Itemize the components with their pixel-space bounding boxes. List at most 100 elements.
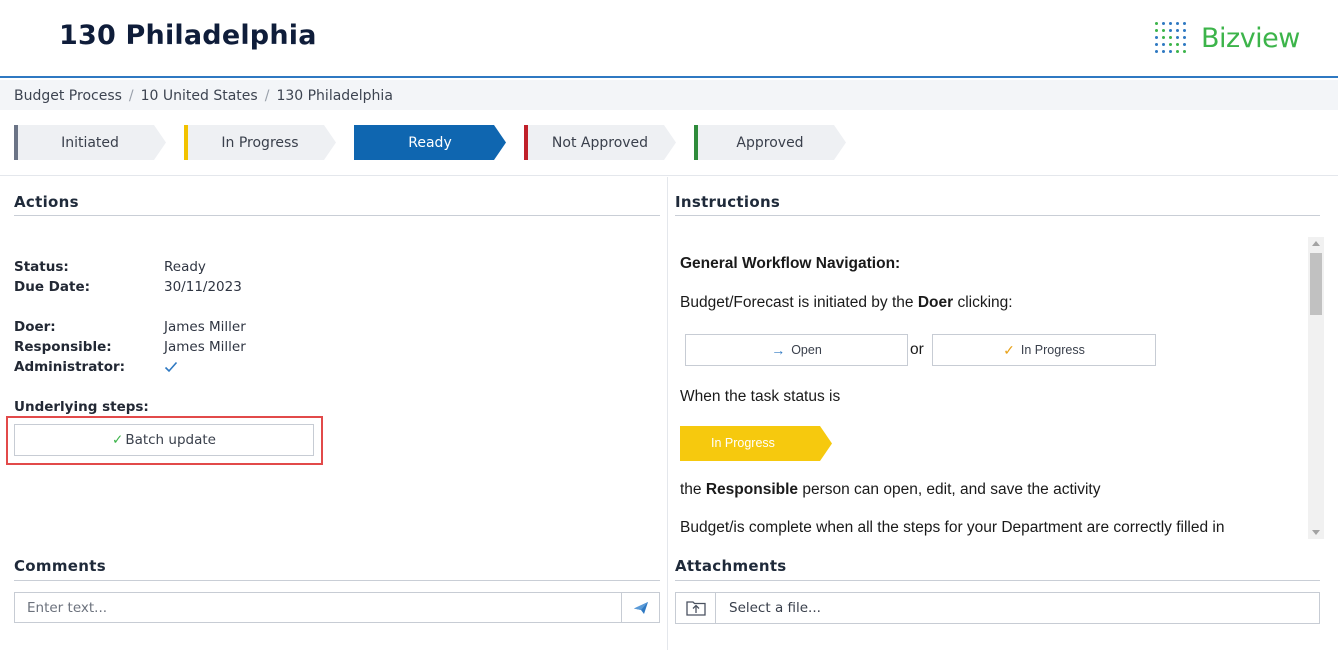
logo-dot (1162, 43, 1165, 46)
doer-value: James Miller (164, 319, 246, 335)
open-demo-button: → Open (685, 334, 908, 366)
comments-rule (14, 580, 660, 581)
batch-update-button[interactable]: ✓ Batch update (14, 424, 314, 456)
comment-box (14, 592, 660, 623)
attachment-box (675, 592, 1320, 624)
logo-dot (1176, 22, 1179, 25)
workflow-stages: Initiated In Progress Ready Not Approved… (0, 110, 1338, 176)
breadcrumb-item-budget-process[interactable]: Budget Process (14, 88, 122, 104)
batch-update-label: Batch update (125, 432, 216, 448)
instructions-line-status: When the task status is (680, 388, 841, 405)
logo-dots-icon (1155, 22, 1189, 54)
attachments-title: Attachments (675, 557, 787, 575)
doer-label: Doer: (14, 319, 56, 335)
scroll-down-icon[interactable] (1312, 530, 1320, 535)
in-progress-demo-button: ✓ In Progress (932, 334, 1156, 366)
logo-dot (1183, 43, 1186, 46)
status-value: Ready (164, 259, 206, 275)
check-icon: ✓ (1003, 341, 1015, 358)
stage-ready[interactable]: Ready (354, 125, 506, 160)
logo-dot (1155, 29, 1158, 32)
logo-dot (1162, 50, 1165, 53)
bizview-logo: Bizview (1155, 22, 1300, 54)
logo-dot (1155, 43, 1158, 46)
comments-title: Comments (14, 557, 106, 575)
logo-dot (1155, 50, 1158, 53)
instructions-title: Instructions (675, 193, 781, 211)
send-icon (633, 601, 648, 614)
arrow-right-icon: → (771, 342, 786, 358)
logo-dot (1183, 36, 1186, 39)
stage-initiated[interactable]: Initiated (14, 125, 166, 160)
instructions-scrollbar[interactable] (1308, 237, 1324, 539)
attachments-rule (675, 580, 1320, 581)
instructions-line-doer: Budget/Forecast is initiated by the Doer… (680, 294, 1013, 312)
scroll-up-icon[interactable] (1312, 241, 1320, 246)
stage-label: In Progress (221, 134, 299, 151)
app-header: 130 Philadelphia Bizview (0, 0, 1338, 78)
instructions-line-complete: Budget/is complete when all the steps fo… (680, 519, 1225, 536)
logo-dot (1169, 50, 1172, 53)
breadcrumb-separator: / (128, 88, 134, 104)
logo-dot (1183, 22, 1186, 25)
status-label: Status: (14, 259, 69, 275)
breadcrumb-item-philadelphia: 130 Philadelphia (276, 88, 393, 104)
breadcrumb: Budget Process / 10 United States / 130 … (14, 88, 393, 104)
logo-dot (1162, 22, 1165, 25)
page-title: 130 Philadelphia (59, 20, 317, 51)
logo-dot (1183, 50, 1186, 53)
logo-dot (1169, 43, 1172, 46)
responsible-value: James Miller (164, 339, 246, 355)
logo-dot (1176, 29, 1179, 32)
stage-label: Initiated (61, 134, 119, 151)
instructions-line-responsible: the Responsible person can open, edit, a… (680, 481, 1100, 499)
due-date-label: Due Date: (14, 279, 90, 295)
text: clicking: (953, 294, 1013, 311)
send-button[interactable] (621, 593, 659, 622)
logo-dot (1155, 22, 1158, 25)
check-icon: ✓ (112, 432, 124, 448)
text: the (680, 481, 706, 498)
stage-approved[interactable]: Approved (694, 125, 846, 160)
breadcrumb-bar: Budget Process / 10 United States / 130 … (0, 80, 1338, 110)
doer-bold: Doer (917, 294, 954, 311)
instructions-panel: General Workflow Navigation: Budget/Fore… (675, 237, 1308, 539)
instructions-rule (675, 215, 1320, 216)
logo-text: Bizview (1201, 22, 1300, 54)
breadcrumb-separator: / (264, 88, 270, 104)
logo-dot (1176, 43, 1179, 46)
file-select-input[interactable] (717, 593, 1317, 623)
instructions-heading: General Workflow Navigation: (680, 255, 901, 272)
logo-dot (1169, 36, 1172, 39)
in-progress-label: In Progress (1020, 343, 1085, 357)
logo-dot (1169, 22, 1172, 25)
column-divider (667, 177, 668, 650)
due-date-value: 30/11/2023 (164, 279, 242, 295)
actions-title: Actions (14, 193, 79, 211)
administrator-check-icon (164, 359, 178, 378)
in-progress-chip: In Progress (680, 426, 832, 466)
responsible-label: Responsible: (14, 339, 112, 355)
comment-input[interactable] (15, 593, 621, 622)
stage-label: Approved (736, 134, 804, 151)
underlying-steps-label: Underlying steps: (14, 399, 149, 415)
or-text: or (910, 341, 924, 358)
scroll-thumb[interactable] (1310, 253, 1322, 315)
chip-label: In Progress (711, 436, 775, 450)
responsible-bold: Responsible (705, 481, 799, 498)
text: person can open, edit, and save the acti… (798, 481, 1101, 498)
upload-button[interactable] (676, 593, 716, 623)
stage-label: Not Approved (551, 134, 649, 151)
logo-dot (1183, 29, 1186, 32)
text: Budget/Forecast is initiated by the (680, 294, 918, 311)
logo-dot (1162, 36, 1165, 39)
logo-dot (1176, 50, 1179, 53)
logo-dot (1176, 36, 1179, 39)
stage-not-approved[interactable]: Not Approved (524, 125, 676, 160)
logo-dot (1162, 29, 1165, 32)
upload-folder-icon (685, 601, 706, 616)
logo-dot (1155, 36, 1158, 39)
breadcrumb-item-united-states[interactable]: 10 United States (141, 88, 258, 104)
administrator-label: Administrator: (14, 359, 126, 375)
stage-in-progress[interactable]: In Progress (184, 125, 336, 160)
